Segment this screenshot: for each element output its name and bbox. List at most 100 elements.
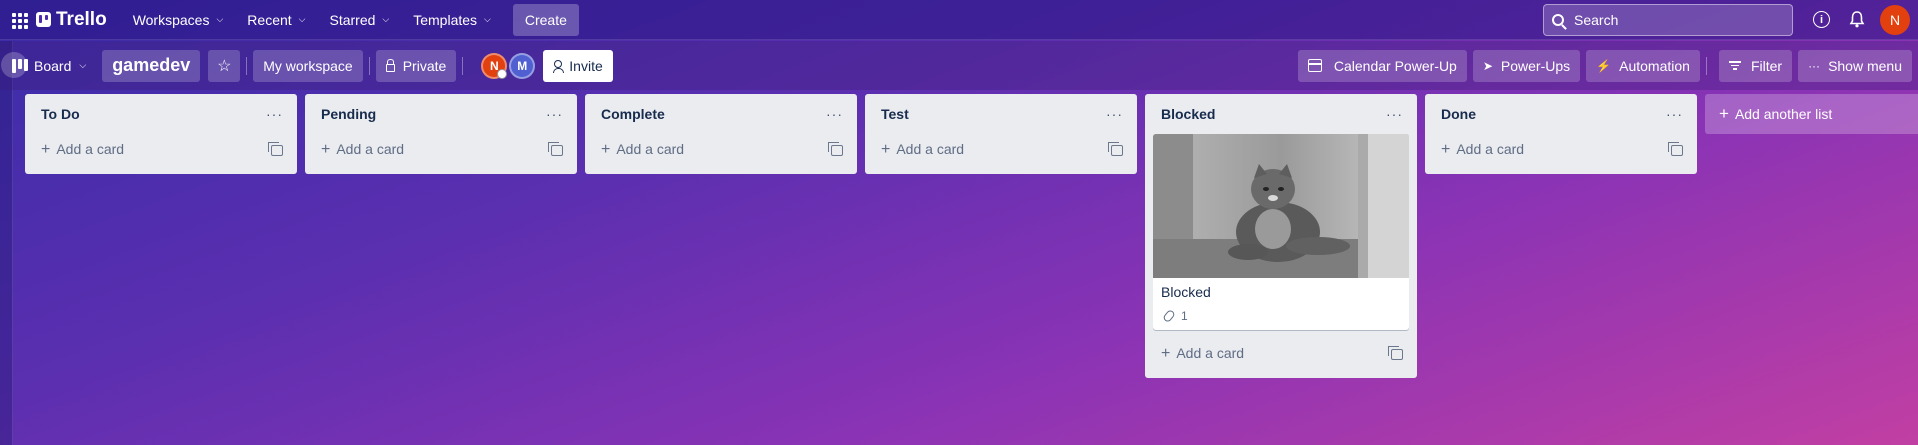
plus-icon: + <box>1441 141 1451 158</box>
star-icon: ☆ <box>217 57 232 75</box>
more-icon: ··· <box>1808 58 1821 73</box>
powerups-label: Power-Ups <box>1500 57 1571 74</box>
list-header: Complete ··· <box>593 94 849 134</box>
search-input[interactable] <box>1574 11 1764 28</box>
list-title[interactable]: Pending <box>321 106 376 122</box>
list-to-do[interactable]: To Do ··· + Add a card <box>25 94 297 174</box>
show-menu-label: Show menu <box>1828 57 1902 74</box>
info-icon[interactable]: i <box>1813 11 1830 28</box>
bell-icon[interactable] <box>1846 9 1868 31</box>
list-header: Test ··· <box>873 94 1129 134</box>
visibility-label: Private <box>402 57 447 74</box>
nav-workspaces-label: Workspaces <box>132 11 210 28</box>
list-title[interactable]: Blocked <box>1161 106 1215 122</box>
calendar-powerup-label: Calendar Power-Up <box>1333 57 1457 74</box>
cat-photo <box>1153 134 1409 278</box>
add-card-label: Add a card <box>1176 345 1245 361</box>
list-title[interactable]: Complete <box>601 106 665 122</box>
plus-icon: + <box>41 141 51 158</box>
add-card-row: + Add a card <box>1433 134 1689 166</box>
rocket-icon: ➤ <box>1482 58 1493 73</box>
lightning-icon: ⚡ <box>1596 58 1612 73</box>
nav-workspaces[interactable]: Workspaces ⌵ <box>121 4 236 36</box>
add-card-button[interactable]: + Add a card <box>41 141 124 159</box>
board-lists: To Do ··· + Add a card Pending ··· + Add a… <box>25 94 1918 378</box>
automation-button[interactable]: ⚡ Automation <box>1586 49 1700 82</box>
list-complete[interactable]: Complete ··· + Add a card <box>585 94 857 174</box>
card-template-icon[interactable] <box>548 141 563 156</box>
nav-templates[interactable]: Templates ⌵ <box>401 4 503 36</box>
add-person-icon <box>553 59 565 73</box>
workspace-button[interactable]: My workspace <box>253 49 363 82</box>
list-title[interactable]: To Do <box>41 106 80 122</box>
list-done[interactable]: Done ··· + Add a card <box>1425 94 1697 174</box>
list-actions-icon[interactable]: ··· <box>1106 106 1123 122</box>
card-template-icon[interactable] <box>1108 141 1123 156</box>
card-body: Blocked 1 <box>1153 278 1409 330</box>
app-switcher-icon[interactable] <box>8 10 28 30</box>
chevron-right-icon: › <box>12 59 16 71</box>
card[interactable]: Blocked 1 <box>1153 134 1409 330</box>
search-box[interactable] <box>1543 3 1793 36</box>
list-actions-icon[interactable]: ··· <box>1386 106 1403 122</box>
list-actions-icon[interactable]: ··· <box>266 106 283 122</box>
add-card-button[interactable]: + Add a card <box>1161 345 1244 363</box>
chevron-down-icon: ⌵ <box>298 14 306 24</box>
add-card-button[interactable]: + Add a card <box>1441 141 1524 159</box>
list-pending[interactable]: Pending ··· + Add a card <box>305 94 577 174</box>
filter-icon <box>1728 61 1741 70</box>
expand-sidebar-button[interactable]: › <box>1 52 27 78</box>
member-avatar[interactable]: N <box>481 52 508 79</box>
create-button[interactable]: Create <box>512 3 579 36</box>
invite-button[interactable]: Invite <box>543 49 613 82</box>
nav-starred[interactable]: Starred ⌵ <box>317 4 401 36</box>
search-icon <box>1552 13 1564 26</box>
divider <box>246 56 248 75</box>
board-title[interactable]: gamedev <box>102 49 201 82</box>
add-card-row: + Add a card <box>313 134 569 166</box>
nav-recent[interactable]: Recent ⌵ <box>235 4 317 36</box>
list-blocked[interactable]: Blocked ··· Blocked 1 + Add a card <box>1145 94 1417 378</box>
add-card-label: Add a card <box>56 141 125 157</box>
card-template-icon[interactable] <box>828 141 843 156</box>
list-actions-icon[interactable]: ··· <box>826 106 843 122</box>
calendar-powerup-button[interactable]: Calendar Power-Up <box>1297 49 1467 82</box>
top-navbar: Trello Workspaces ⌵ Recent ⌵ Starred ⌵ T… <box>0 0 1918 40</box>
list-header: Blocked ··· <box>1153 94 1409 134</box>
add-card-button[interactable]: + Add a card <box>601 141 684 159</box>
add-card-button[interactable]: + Add a card <box>881 141 964 159</box>
card-title: Blocked <box>1161 284 1211 300</box>
list-actions-icon[interactable]: ··· <box>1666 106 1683 122</box>
add-card-label: Add a card <box>896 141 965 157</box>
add-card-label: Add a card <box>1456 141 1525 157</box>
card-template-icon[interactable] <box>1388 345 1403 360</box>
add-card-label: Add a card <box>336 141 405 157</box>
attachment-count: 1 <box>1181 309 1188 323</box>
add-card-label: Add a card <box>616 141 685 157</box>
plus-icon: + <box>601 141 611 158</box>
list-header: To Do ··· <box>33 94 289 134</box>
star-board-button[interactable]: ☆ <box>208 49 241 82</box>
list-test[interactable]: Test ··· + Add a card <box>865 94 1137 174</box>
list-title[interactable]: Test <box>881 106 909 122</box>
member-avatar[interactable]: M <box>509 52 536 79</box>
show-menu-button[interactable]: ··· Show menu <box>1798 49 1912 82</box>
card-template-icon[interactable] <box>268 141 283 156</box>
plus-icon: + <box>881 141 891 158</box>
divider <box>462 56 464 75</box>
add-list-button[interactable]: + Add another list <box>1705 94 1918 134</box>
filter-button[interactable]: Filter <box>1718 49 1793 82</box>
add-card-button[interactable]: + Add a card <box>321 141 404 159</box>
add-card-row: + Add a card <box>873 134 1129 166</box>
nav-right-group: i N <box>1543 3 1910 36</box>
list-actions-icon[interactable]: ··· <box>546 106 563 122</box>
user-avatar[interactable]: N <box>1880 4 1910 35</box>
card-template-icon[interactable] <box>1668 141 1683 156</box>
filter-label: Filter <box>1750 57 1783 74</box>
card-cover-image <box>1153 134 1409 278</box>
visibility-button[interactable]: Private <box>375 49 457 82</box>
trello-logo[interactable]: Trello <box>36 9 107 31</box>
list-title[interactable]: Done <box>1441 106 1476 122</box>
powerups-button[interactable]: ➤ Power-Ups <box>1472 49 1581 82</box>
plus-icon: + <box>1719 104 1729 123</box>
